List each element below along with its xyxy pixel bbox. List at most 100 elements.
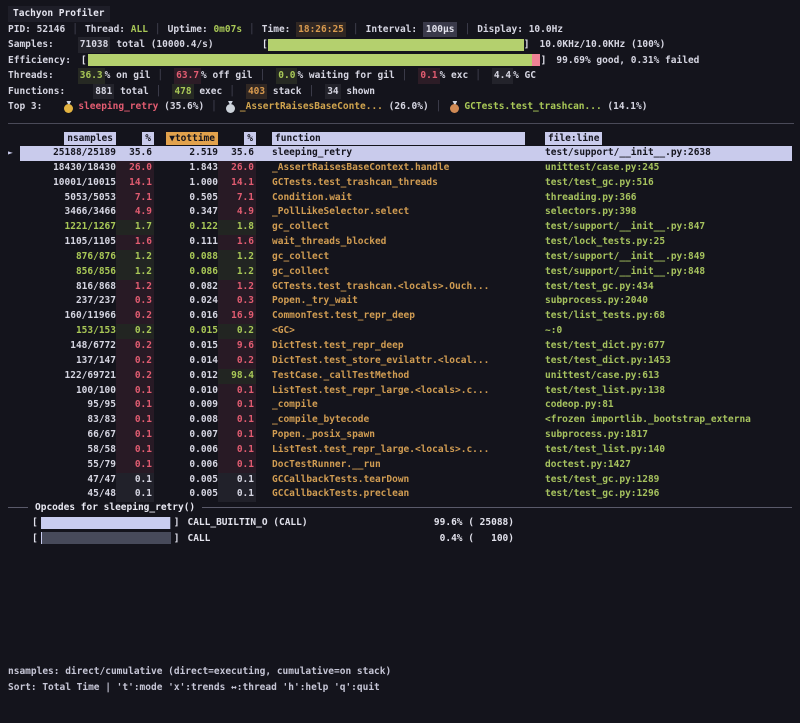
samples-bar bbox=[268, 39, 524, 51]
table-row[interactable]: 237/2370.30.0240.3Popen._try_waitsubproc… bbox=[8, 294, 792, 309]
threads-line: Threads: 36.3% on gil│63.7% off gil│0.0%… bbox=[8, 68, 792, 84]
cell-tt: 0.082 bbox=[154, 280, 218, 295]
table-row[interactable]: 160/119660.20.01616.9CommonTest.test_rep… bbox=[8, 309, 792, 324]
cell-fn: gc_collect bbox=[256, 265, 529, 280]
cell-p1: 0.2 bbox=[116, 369, 154, 384]
cell-tt: 0.024 bbox=[154, 294, 218, 309]
opcode-name: CALL_BUILTIN_O (CALL) bbox=[187, 517, 307, 528]
opcode-bar bbox=[41, 532, 171, 544]
cell-p2: 0.2 bbox=[218, 324, 256, 339]
threads-stat-text: % waiting for gil bbox=[297, 68, 394, 84]
cell-n: 816/868 bbox=[20, 280, 116, 295]
thread-label: Thread: bbox=[85, 22, 125, 38]
table-row[interactable]: 100/1000.10.0100.1ListTest.test_repr_lar… bbox=[8, 384, 792, 399]
cell-p1: 0.2 bbox=[116, 339, 154, 354]
cell-tt: 0.122 bbox=[154, 220, 218, 235]
opcode-name: CALL bbox=[187, 533, 210, 544]
table-row[interactable]: 5053/50537.10.5057.1Condition.waitthread… bbox=[8, 191, 792, 206]
table-row[interactable]: 122/697210.20.01298.4TestCase._callTestM… bbox=[8, 369, 792, 384]
cell-fn: Condition.wait bbox=[256, 191, 529, 206]
cell-n: 95/95 bbox=[20, 398, 116, 413]
cell-p2: 1.8 bbox=[218, 220, 256, 235]
cell-n: 5053/5053 bbox=[20, 191, 116, 206]
cell-fn: sleeping_retry bbox=[256, 146, 529, 161]
cell-n: 58/58 bbox=[20, 443, 116, 458]
functions-stat-text: total bbox=[114, 84, 148, 100]
functions-stat-value: 881 bbox=[93, 84, 114, 100]
bar-open: [ bbox=[32, 533, 38, 544]
cell-p2: 7.1 bbox=[218, 191, 256, 206]
cell-p1: 0.2 bbox=[116, 354, 154, 369]
cell-fl: test/support/__init__.py:2638 bbox=[529, 146, 792, 161]
table-row[interactable]: 856/8561.20.0861.2gc_collecttest/support… bbox=[8, 265, 792, 280]
functions-label: Functions: bbox=[8, 84, 65, 100]
cell-fl: test/test_gc.py:1289 bbox=[529, 473, 792, 488]
table-row[interactable]: 47/470.10.0050.1GCCallbackTests.tearDown… bbox=[8, 473, 792, 488]
table-row[interactable]: 58/580.10.0060.1ListTest.test_repr_large… bbox=[8, 443, 792, 458]
pid-value: 52146 bbox=[37, 22, 66, 38]
col-file-line[interactable]: file:line bbox=[529, 132, 792, 145]
opcodes-section: Opcodes for sleeping_retry() []CALL_BUIL… bbox=[8, 500, 792, 546]
cell-fl: doctest.py:1427 bbox=[529, 458, 792, 473]
cell-tt: 0.010 bbox=[154, 384, 218, 399]
col-nsamples[interactable]: nsamples bbox=[20, 132, 116, 145]
cell-p2: 0.1 bbox=[218, 458, 256, 473]
table-row[interactable]: 137/1470.20.0140.2DictTest.test_store_ev… bbox=[8, 354, 792, 369]
cell-fn: DocTestRunner.__run bbox=[256, 458, 529, 473]
divider: │ bbox=[260, 68, 266, 84]
cell-fn: DictTest.test_store_evilattr.<local... bbox=[256, 354, 529, 369]
bar-close: ] bbox=[541, 53, 547, 69]
cell-tt: 0.347 bbox=[154, 205, 218, 220]
col-pct-cumulative[interactable]: % bbox=[218, 132, 256, 145]
functions-stat-value: 403 bbox=[246, 84, 267, 100]
divider: │ bbox=[308, 84, 314, 100]
col-pct-direct[interactable]: % bbox=[116, 132, 154, 145]
cell-n: 1221/1267 bbox=[20, 220, 116, 235]
col-function[interactable]: function bbox=[256, 132, 529, 145]
table-row[interactable]: 18430/1843026.01.84326.0_AssertRaisesBas… bbox=[8, 161, 792, 176]
functions-stat-value: 34 bbox=[325, 84, 340, 100]
silver-medal-icon bbox=[226, 101, 235, 113]
cell-fl: unittest/case.py:245 bbox=[529, 161, 792, 176]
cell-fl: test/test_gc.py:434 bbox=[529, 280, 792, 295]
table-row[interactable]: 148/67720.20.0159.6DictTest.test_repr_de… bbox=[8, 339, 792, 354]
cell-n: 66/67 bbox=[20, 428, 116, 443]
thread-value[interactable]: ALL bbox=[131, 22, 148, 38]
cell-tt: 0.505 bbox=[154, 191, 218, 206]
table-row[interactable]: 95/950.10.0090.1_compilecodeop.py:81 bbox=[8, 398, 792, 413]
divider: │ bbox=[464, 22, 470, 38]
cell-n: 3466/3466 bbox=[20, 205, 116, 220]
cell-p1: 0.1 bbox=[116, 384, 154, 399]
divider: │ bbox=[353, 22, 359, 38]
cell-n: 83/83 bbox=[20, 413, 116, 428]
table-row[interactable]: 66/670.10.0070.1Popen._posix_spawnsubpro… bbox=[8, 428, 792, 443]
divider: │ bbox=[229, 84, 235, 100]
table-row[interactable]: 153/1530.20.0150.2<GC>~:0 bbox=[8, 324, 792, 339]
opcode-row: []CALL 0.4% ( 100) bbox=[32, 531, 792, 547]
dash-line bbox=[8, 507, 28, 508]
table-row[interactable]: 1221/12671.70.1221.8gc_collecttest/suppo… bbox=[8, 220, 792, 235]
uptime-value: 0m07s bbox=[213, 22, 242, 38]
threads-stat-text: % GC bbox=[513, 68, 536, 84]
table-row[interactable]: 3466/34664.90.3474.9_PollLikeSelector.se… bbox=[8, 205, 792, 220]
table-row[interactable]: ►25188/2518935.62.51935.6sleeping_retryt… bbox=[8, 146, 792, 161]
cell-fl: test/support/__init__.py:847 bbox=[529, 220, 792, 235]
table-row[interactable]: 10001/1001514.11.00014.1GCTests.test_tra… bbox=[8, 176, 792, 191]
table-row[interactable]: 83/830.10.0080.1_compile_bytecode<frozen… bbox=[8, 413, 792, 428]
cell-tt: 1.843 bbox=[154, 161, 218, 176]
cell-tt: 0.088 bbox=[154, 250, 218, 265]
cell-p1: 0.2 bbox=[116, 309, 154, 324]
top3-label: Top 3: bbox=[8, 99, 42, 115]
samples-line: Samples: 71038 total (10000.4/s) [ ] 10.… bbox=[8, 37, 792, 53]
col-tottime-sorted[interactable]: ▼tottime bbox=[154, 132, 218, 145]
bar-close: ] bbox=[524, 37, 530, 53]
cell-p1: 7.1 bbox=[116, 191, 154, 206]
table-row[interactable]: 1105/11051.60.1111.6wait_threads_blocked… bbox=[8, 235, 792, 250]
table-row[interactable]: 55/790.10.0060.1DocTestRunner.__rundocte… bbox=[8, 458, 792, 473]
cell-fn: _AssertRaisesBaseContext.handle bbox=[256, 161, 529, 176]
table-row[interactable]: 816/8681.20.0821.2GCTests.test_trashcan.… bbox=[8, 280, 792, 295]
footer-keybindings: Sort: Total Time | 't':mode 'x':trends ↔… bbox=[8, 680, 391, 696]
table-row[interactable]: 876/8761.20.0881.2gc_collecttest/support… bbox=[8, 250, 792, 265]
bar-close: ] bbox=[174, 533, 180, 544]
cell-n: 25188/25189 bbox=[20, 146, 116, 161]
